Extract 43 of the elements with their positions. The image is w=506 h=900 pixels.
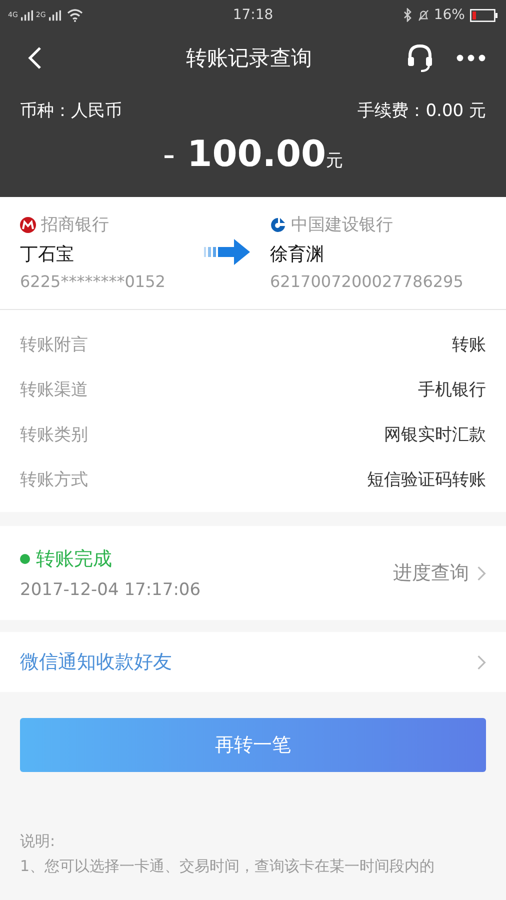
signal-icon <box>20 10 33 20</box>
bank-logo-icon <box>20 216 36 232</box>
transfer-time: 2017-12-04 17:17:06 <box>20 580 201 600</box>
bank-name: 招商银行 <box>41 214 109 236</box>
progress-query-link[interactable]: 进度查询 <box>393 560 486 586</box>
muted-bell-icon <box>418 8 429 22</box>
detail-value: 网银实时汇款 <box>384 424 486 446</box>
detail-value: 短信验证码转账 <box>367 469 486 491</box>
amount-value: 100.00 <box>187 134 326 175</box>
notes-text: 1、您可以选择一卡通、交易时间，查询该卡在某一时间段内的 <box>20 857 436 876</box>
transfer-again-button[interactable]: 再转一笔 <box>20 718 486 772</box>
bank-name: 中国建设银行 <box>291 214 393 236</box>
page-title: 转账记录查询 <box>185 44 313 72</box>
minus-sign: - <box>162 135 176 175</box>
account-number: 6217007200027786295 <box>270 272 464 291</box>
battery-percent: 16% <box>434 7 465 23</box>
more-icon[interactable] <box>456 54 486 62</box>
detail-label: 转账类别 <box>20 424 88 446</box>
status-text: 转账完成 <box>36 547 112 572</box>
back-icon[interactable] <box>28 46 42 70</box>
detail-value: 转账 <box>452 334 486 356</box>
currency-unit: 元 <box>326 150 344 172</box>
signal-icon <box>48 10 61 20</box>
bluetooth-icon <box>402 8 413 22</box>
notes-title: 说明: <box>20 832 56 851</box>
wechat-notify-row[interactable]: 微信通知收款好友 <box>0 632 506 692</box>
payer-name: 丁石宝 <box>20 243 75 266</box>
bank-logo-icon <box>270 216 286 232</box>
chevron-icon <box>477 566 486 580</box>
headset-icon[interactable] <box>406 42 434 72</box>
detail-label: 转账方式 <box>20 469 88 491</box>
clock-time: 17:18 <box>232 7 274 23</box>
chevron-icon <box>477 654 486 670</box>
account-number: 6225********0152 <box>20 272 166 291</box>
transfer-arrow-icon <box>204 238 252 266</box>
detail-label: 转账渠道 <box>20 379 88 401</box>
currency-label: 币种：人民币 <box>20 100 122 122</box>
detail-label: 转账附言 <box>20 334 88 356</box>
wifi-icon <box>66 8 83 22</box>
payee-name: 徐育渊 <box>270 243 325 266</box>
detail-value: 手机银行 <box>418 379 486 401</box>
fee-label: 手续费：0.00 元 <box>358 100 486 122</box>
battery-icon <box>470 8 498 22</box>
